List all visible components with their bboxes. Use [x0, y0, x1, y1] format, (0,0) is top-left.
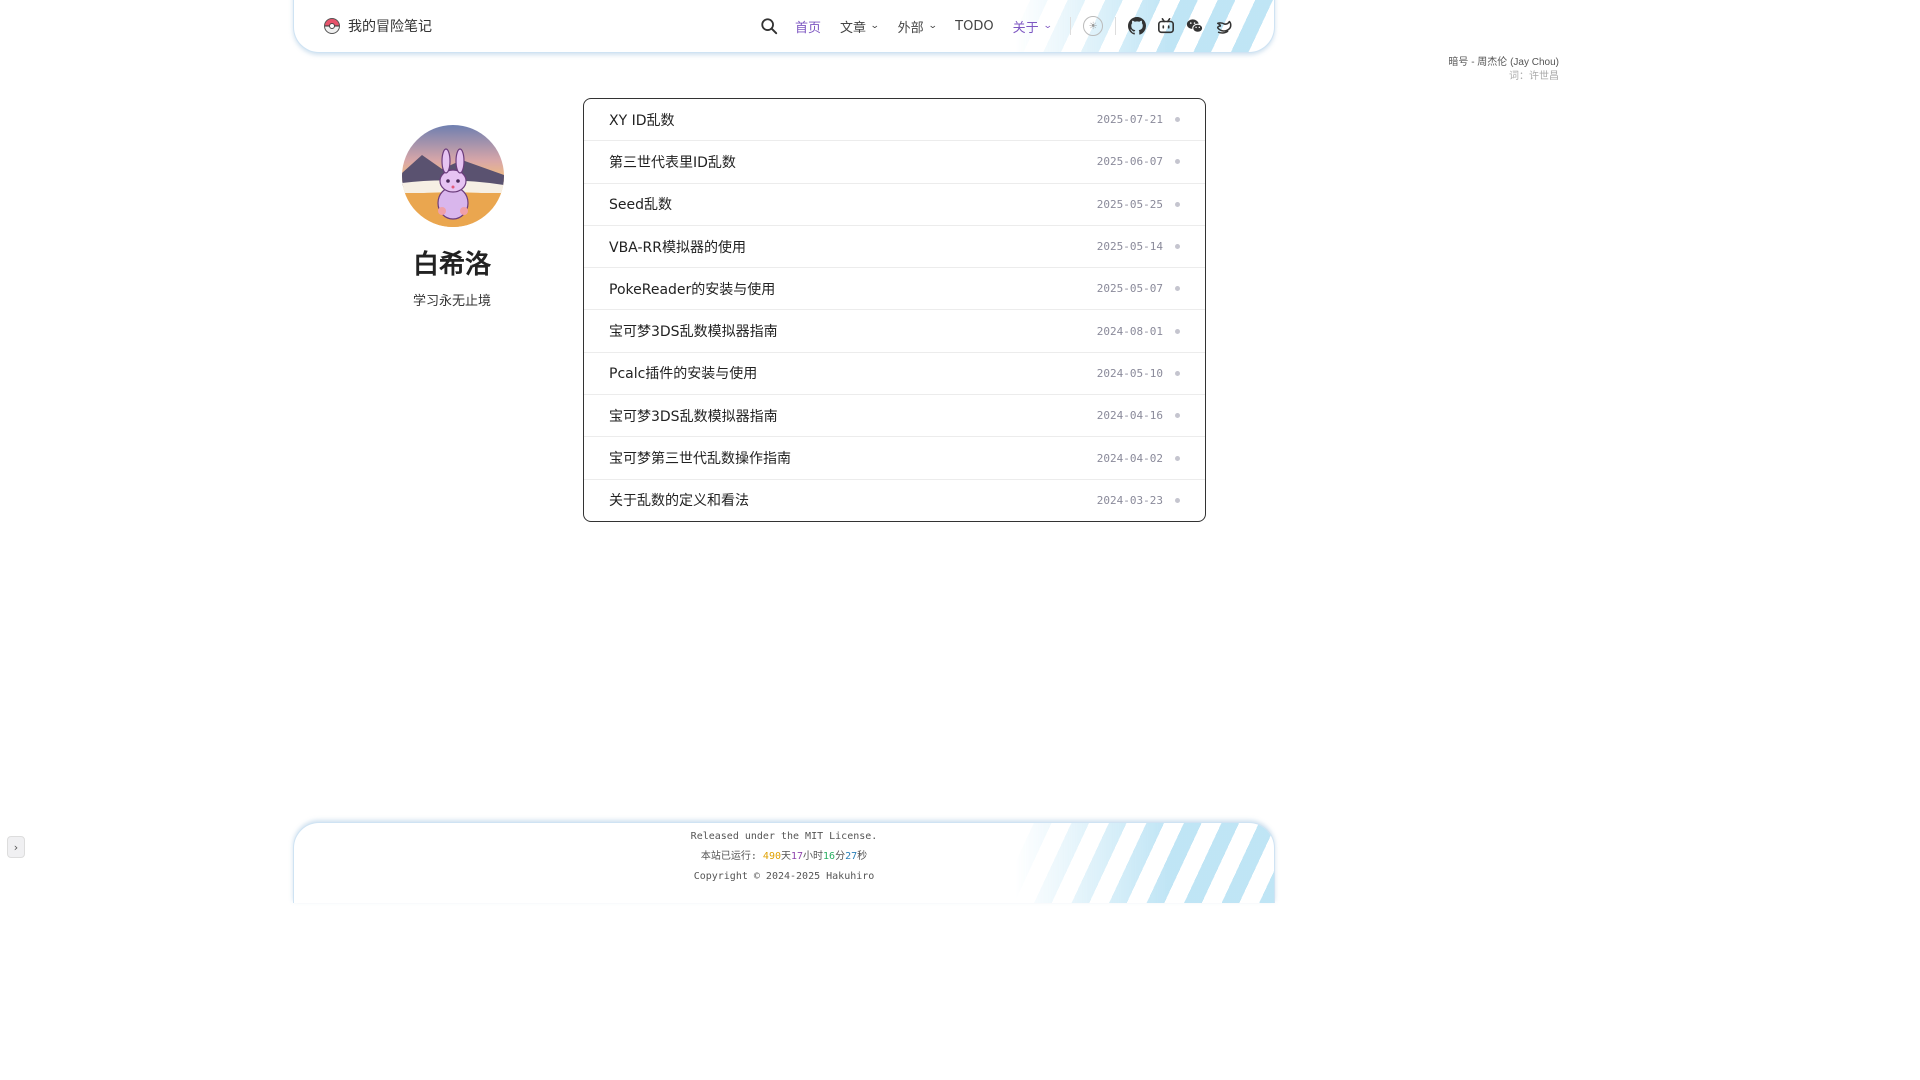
site-title: 我的冒险笔记: [348, 19, 432, 35]
post-date: 2024-04-02: [1096, 451, 1163, 465]
bird-icon[interactable]: [1215, 17, 1233, 35]
post-item[interactable]: 宝可梦3DS乱数模拟器指南 2024-04-16: [584, 395, 1205, 438]
bullet-dot-icon: [1175, 413, 1180, 419]
site-footer: Released under the MIT License. 本站已运行: 4…: [293, 822, 1275, 903]
bilibili-icon[interactable]: [1157, 17, 1175, 35]
chevron-down-icon: ⌄: [869, 21, 880, 31]
bullet-dot-icon: [1175, 370, 1180, 376]
post-item[interactable]: 关于乱数的定义和看法 2024-03-23: [584, 480, 1205, 521]
main-nav: 首页 文章 ⌄ 外部 ⌄ TODO 关于 ⌄ ☀: [760, 16, 1233, 36]
profile-name: 白希洛: [412, 250, 491, 280]
post-list: XY ID乱数 2025-07-21 第三世代表里ID乱数 2025-06-07 S…: [583, 98, 1206, 522]
chevron-down-icon: ⌄: [927, 21, 938, 31]
bullet-dot-icon: [1175, 117, 1180, 123]
nav-item-label: 文章: [840, 20, 867, 36]
bullet-dot-icon: [1175, 286, 1180, 292]
music-widget[interactable]: 暗号 - 周杰伦 (Jay Chou) 词：许世昌: [1448, 56, 1559, 84]
nav-item-home[interactable]: 首页: [795, 17, 821, 36]
nav-item-label: 外部: [897, 20, 924, 36]
post-date: 2025-06-07: [1096, 155, 1163, 169]
post-date: 2024-05-10: [1096, 366, 1163, 380]
post-item[interactable]: Pcalc插件的安装与使用 2024-05-10: [584, 353, 1205, 396]
bullet-dot-icon: [1175, 201, 1180, 207]
nav-item-label: 关于: [1012, 20, 1039, 36]
footer-license: Released under the MIT License.: [690, 831, 878, 842]
song-title: 暗号 - 周杰伦 (Jay Chou): [1448, 57, 1559, 68]
nav-item-about[interactable]: 关于 ⌄: [1012, 17, 1053, 36]
post-date: 2025-07-21: [1096, 113, 1163, 127]
post-title: 第三世代表里ID乱数: [609, 154, 736, 171]
nav-item-articles[interactable]: 文章 ⌄: [840, 17, 880, 36]
wechat-icon[interactable]: [1186, 17, 1204, 35]
bullet-dot-icon: [1175, 244, 1180, 250]
bullet-dot-icon: [1175, 497, 1180, 503]
sidebar-toggle-button[interactable]: ›: [7, 836, 25, 858]
bullet-dot-icon: [1175, 328, 1180, 334]
nav-item-label: TODO: [955, 18, 994, 34]
post-item[interactable]: XY ID乱数 2025-07-21: [584, 99, 1205, 142]
nav-item-label: 首页: [795, 20, 822, 36]
post-title: 宝可梦3DS乱数模拟器指南: [609, 408, 778, 425]
chevron-right-icon: ›: [13, 840, 19, 854]
github-icon[interactable]: [1128, 17, 1147, 35]
post-item[interactable]: Seed乱数 2025-05-25: [584, 184, 1205, 226]
post-date: 2024-04-16: [1096, 409, 1163, 423]
post-title: 宝可梦3DS乱数模拟器指南: [609, 324, 778, 341]
post-title: 宝可梦第三世代乱数操作指南: [609, 451, 791, 468]
theme-toggle-icon[interactable]: ☀: [1083, 16, 1104, 36]
site-logo-link[interactable]: 我的冒险笔记: [324, 16, 432, 36]
footer-copyright: Copyright © 2024-2025 Hakuhiro: [693, 871, 875, 882]
runtime-days: 490: [762, 851, 781, 862]
nav-item-external[interactable]: 外部 ⌄: [897, 17, 938, 36]
chevron-down-icon: ⌄: [1042, 21, 1053, 31]
post-title: VBA-RR模拟器的使用: [609, 239, 746, 256]
profile-motto: 学习永无止境: [412, 294, 491, 309]
avatar: [402, 125, 504, 227]
post-item[interactable]: PokeReader的安装与使用 2025-05-07: [584, 268, 1205, 311]
bullet-dot-icon: [1175, 159, 1180, 165]
nav-divider: [1115, 17, 1117, 35]
post-date: 2024-08-01: [1096, 324, 1163, 338]
post-date: 2025-05-25: [1096, 197, 1163, 211]
footer-runtime: 本站已运行: 490天17小时16分27秒: [700, 851, 868, 862]
post-date: 2025-05-14: [1096, 240, 1163, 254]
post-title: Seed乱数: [609, 197, 672, 214]
post-date: 2025-05-07: [1096, 282, 1163, 296]
post-title: PokeReader的安装与使用: [609, 281, 776, 298]
post-item[interactable]: VBA-RR模拟器的使用 2025-05-14: [584, 226, 1205, 269]
nav-divider: [1070, 17, 1072, 35]
bullet-dot-icon: [1175, 455, 1180, 461]
post-date: 2024-03-23: [1096, 493, 1163, 507]
post-title: 关于乱数的定义和看法: [609, 493, 749, 510]
runtime-hours: 17: [790, 851, 804, 862]
post-item[interactable]: 第三世代表里ID乱数 2025-06-07: [584, 141, 1205, 184]
site-header: 我的冒险笔记 首页 文章 ⌄ 外部 ⌄ TODO 关于 ⌄ ☀: [293, 0, 1275, 53]
footer-text: Released under the MIT License. 本站已运行: 4…: [294, 827, 1274, 887]
nav-item-todo[interactable]: TODO: [955, 19, 993, 34]
post-item[interactable]: 宝可梦第三世代乱数操作指南 2024-04-02: [584, 437, 1205, 480]
search-icon[interactable]: [760, 17, 778, 35]
post-title: Pcalc插件的安装与使用: [609, 366, 758, 383]
song-lyric-credit: 词：许世昌: [1509, 71, 1559, 82]
social-links: [1128, 17, 1233, 35]
pokeball-logo-icon: [324, 18, 340, 34]
post-item[interactable]: 宝可梦3DS乱数模拟器指南 2024-08-01: [584, 310, 1205, 353]
post-title: XY ID乱数: [609, 112, 675, 129]
runtime-seconds: 27: [845, 851, 858, 862]
runtime-minutes: 16: [823, 851, 836, 862]
